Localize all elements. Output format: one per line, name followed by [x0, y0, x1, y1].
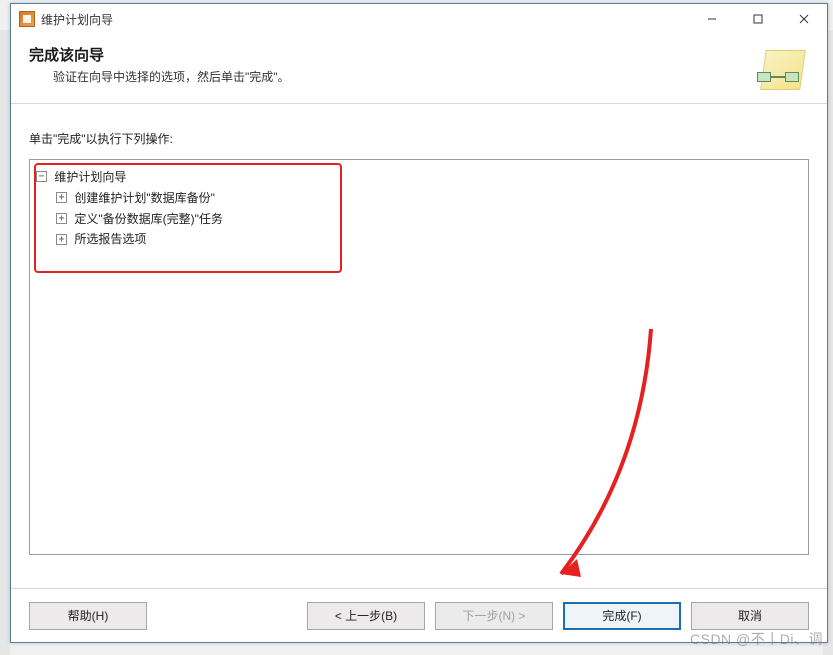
window-title: 维护计划向导 [41, 11, 113, 28]
wizard-header: 完成该向导 验证在向导中选择的选项，然后单击"完成"。 [11, 34, 827, 104]
tree-child-label: 创建维护计划"数据库备份" [74, 191, 215, 205]
tree-child-label: 定义"备份数据库(完整)"任务 [74, 211, 223, 225]
summary-tree-box: − 维护计划向导 + 创建维护计划"数据库备份" + 定义"备份数据库(完整)"… [29, 159, 809, 555]
page-title: 完成该向导 [29, 44, 753, 65]
expand-icon[interactable]: + [56, 192, 67, 203]
tree-child-item[interactable]: + 创建维护计划"数据库备份" [56, 187, 802, 208]
cancel-button[interactable]: 取消 [691, 602, 809, 630]
instruction-text: 单击"完成"以执行下列操作: [29, 130, 809, 147]
expand-icon[interactable]: + [56, 234, 67, 245]
titlebar: 维护计划向导 [11, 4, 827, 34]
close-button[interactable] [781, 4, 827, 34]
app-icon [19, 11, 35, 27]
tree-child-item[interactable]: + 定义"备份数据库(完整)"任务 [56, 208, 802, 229]
tree-child-item[interactable]: + 所选报告选项 [56, 228, 802, 249]
minimize-button[interactable] [689, 4, 735, 34]
tree-root-label: 维护计划向导 [54, 170, 126, 184]
back-button[interactable]: < 上一步(B) [307, 602, 425, 630]
wizard-window: 维护计划向导 完成该向导 验证在向导中选择的选项，然后单击"完成"。 单击" [10, 3, 828, 643]
content-area: 单击"完成"以执行下列操作: − 维护计划向导 + 创建维护计划"数据库备份" [11, 104, 827, 555]
collapse-icon[interactable]: − [36, 171, 47, 182]
background-gutter-left [0, 30, 10, 655]
expand-icon[interactable]: + [56, 213, 67, 224]
finish-button[interactable]: 完成(F) [563, 602, 681, 630]
maximize-icon [753, 14, 763, 24]
tree-root-item[interactable]: − 维护计划向导 + 创建维护计划"数据库备份" + 定义"备份数据库(完整)"… [36, 166, 802, 249]
summary-tree: − 维护计划向导 + 创建维护计划"数据库备份" + 定义"备份数据库(完整)"… [36, 166, 802, 249]
next-button: 下一步(N) > [435, 602, 553, 630]
watermark-text: CSDN @不丨Di、调 [690, 629, 823, 649]
help-button[interactable]: 帮助(H) [29, 602, 147, 630]
page-subtitle: 验证在向导中选择的选项，然后单击"完成"。 [53, 68, 753, 85]
minimize-icon [707, 14, 717, 24]
maximize-button[interactable] [735, 4, 781, 34]
window-controls [689, 4, 827, 34]
tree-child-label: 所选报告选项 [74, 232, 146, 246]
wizard-icon [753, 48, 809, 94]
close-icon [799, 14, 809, 24]
